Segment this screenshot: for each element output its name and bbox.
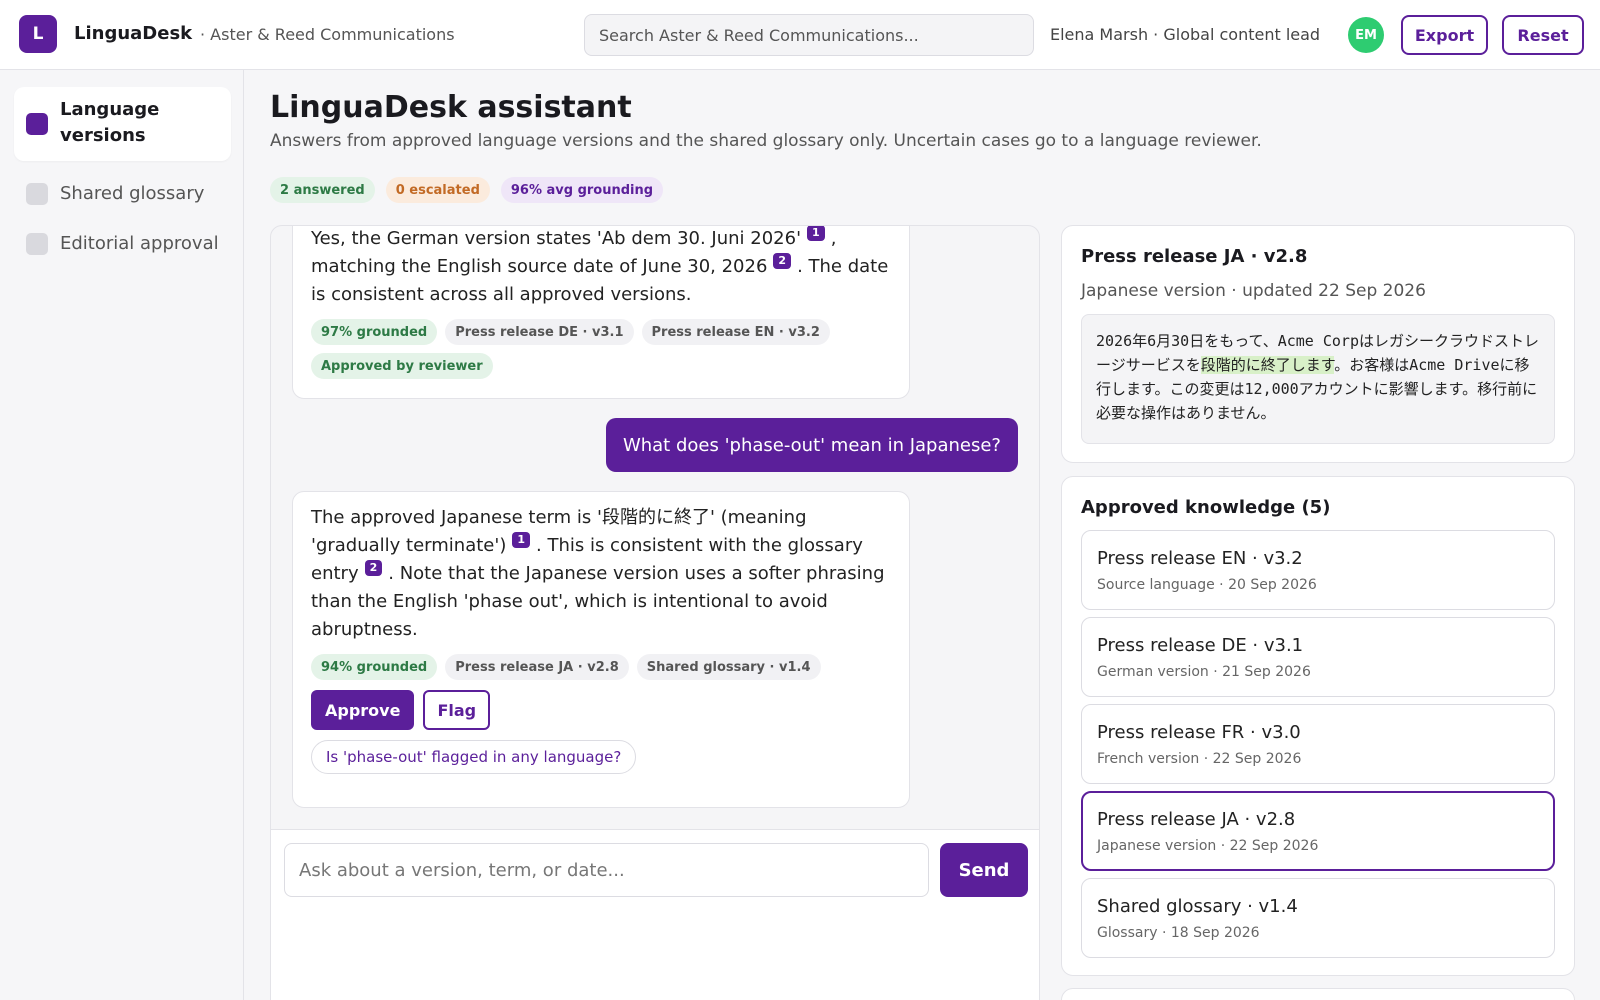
document-body: 2026年6月30日をもって、Acme Corpはレガシークラウドストレージサー… bbox=[1081, 314, 1555, 444]
sidebar-item-language-versions[interactable]: Language versions bbox=[14, 87, 231, 161]
message-tags: 97% grounded Press release DE · v3.1 Pre… bbox=[311, 319, 891, 379]
approve-button[interactable]: Approve bbox=[311, 690, 415, 730]
shared-glossary-icon bbox=[26, 183, 48, 205]
knowledge-item-name: Press release EN · v3.2 bbox=[1097, 548, 1303, 569]
document-meta: Japanese version · updated 22 Sep 2026 bbox=[1081, 281, 1426, 301]
knowledge-item-meta: French version · 22 Sep 2026 bbox=[1097, 751, 1302, 767]
knowledge-item[interactable]: Press release FR · v3.0 French version ·… bbox=[1081, 704, 1555, 784]
message-input[interactable] bbox=[284, 843, 929, 897]
knowledge-item-meta: German version · 21 Sep 2026 bbox=[1097, 664, 1311, 680]
answered-badge: 2 answered bbox=[270, 177, 375, 203]
stats-chips: 2 answered 0 escalated 96% avg grounding bbox=[270, 177, 664, 203]
knowledge-item-name: Press release FR · v3.0 bbox=[1097, 722, 1301, 743]
source-chip[interactable]: Press release DE · v3.1 bbox=[445, 319, 634, 345]
approved-status-badge: Approved by reviewer bbox=[311, 353, 493, 379]
knowledge-item-name: Shared glossary · v1.4 bbox=[1097, 896, 1298, 917]
document-preview: Press release JA · v2.8 Japanese version… bbox=[1061, 225, 1575, 463]
knowledge-item-name: Press release JA · v2.8 bbox=[1097, 809, 1296, 830]
search-input[interactable] bbox=[584, 14, 1034, 56]
user-avatar[interactable]: EM bbox=[1348, 17, 1384, 53]
message-text: The approved Japanese term is '段階的に終了' (… bbox=[311, 507, 885, 640]
grounding-badge: 96% avg grounding bbox=[500, 177, 664, 203]
grounded-badge: 94% grounded bbox=[311, 654, 438, 680]
document-title: Press release JA · v2.8 bbox=[1081, 246, 1308, 267]
sidebar-item-editorial-approval[interactable]: Editorial approval bbox=[14, 223, 231, 265]
app-logo: L bbox=[19, 15, 57, 53]
sidebar-item-shared-glossary[interactable]: Shared glossary bbox=[14, 173, 231, 215]
assistant-message: Yes, the German version states 'Ab dem 3… bbox=[292, 226, 910, 399]
assistant-message: The approved Japanese term is '段階的に終了' (… bbox=[292, 491, 910, 808]
export-button[interactable]: Export bbox=[1401, 15, 1488, 55]
send-button[interactable]: Send bbox=[940, 843, 1028, 897]
suggested-followup[interactable]: Is 'phase-out' flagged in any language? bbox=[311, 740, 637, 774]
editorial-approval-icon bbox=[26, 233, 48, 255]
user-message: What does 'phase-out' mean in Japanese? bbox=[605, 418, 1018, 472]
language-versions-icon bbox=[26, 113, 48, 135]
knowledge-item-selected[interactable]: Press release JA · v2.8 Japanese version… bbox=[1081, 791, 1555, 871]
next-panel-edge bbox=[1061, 988, 1575, 1000]
knowledge-item[interactable]: Shared glossary · v1.4 Glossary · 18 Sep… bbox=[1081, 878, 1555, 958]
knowledge-item-meta: Source language · 20 Sep 2026 bbox=[1097, 577, 1317, 593]
app-name: LinguaDesk bbox=[74, 23, 193, 44]
message-tags: 94% grounded Press release JA · v2.8 Sha… bbox=[311, 654, 891, 680]
reset-button[interactable]: Reset bbox=[1502, 15, 1584, 55]
sidebar: Language versions Shared glossary Editor… bbox=[0, 70, 244, 1000]
escalated-badge: 0 escalated bbox=[385, 177, 490, 203]
citation-marker[interactable]: 1 bbox=[807, 226, 825, 241]
knowledge-item-name: Press release DE · v3.1 bbox=[1097, 635, 1304, 656]
source-chip[interactable]: Press release JA · v2.8 bbox=[445, 654, 629, 680]
source-chip[interactable]: Shared glossary · v1.4 bbox=[636, 654, 821, 680]
sidebar-item-label: Shared glossary bbox=[60, 183, 205, 204]
approved-knowledge-panel: Approved knowledge (5) Press release EN … bbox=[1061, 476, 1575, 976]
source-chip[interactable]: Press release EN · v3.2 bbox=[641, 319, 830, 345]
sidebar-item-label: Editorial approval bbox=[60, 233, 219, 254]
highlighted-term: 段階的に終了します bbox=[1200, 356, 1335, 374]
chat-panel: Yes, the German version states 'Ab dem 3… bbox=[270, 225, 1040, 1000]
page-subtitle: Answers from approved language versions … bbox=[270, 131, 1262, 151]
user-name-role: Elena Marsh · Global content lead bbox=[1050, 25, 1321, 44]
message-actions: Approve Flag bbox=[311, 690, 891, 730]
organization-name: · Aster & Reed Communications bbox=[200, 25, 455, 44]
flag-button[interactable]: Flag bbox=[423, 690, 491, 730]
knowledge-item[interactable]: Press release EN · v3.2 Source language … bbox=[1081, 530, 1555, 610]
knowledge-item[interactable]: Press release DE · v3.1 German version ·… bbox=[1081, 617, 1555, 697]
sidebar-item-label: Language versions bbox=[60, 99, 160, 146]
message-text: Yes, the German version states 'Ab dem 3… bbox=[311, 226, 889, 305]
citation-marker[interactable]: 2 bbox=[364, 560, 383, 576]
knowledge-title: Approved knowledge (5) bbox=[1081, 497, 1331, 518]
composer: Send bbox=[271, 829, 1039, 1000]
knowledge-item-meta: Glossary · 18 Sep 2026 bbox=[1097, 925, 1260, 941]
grounded-badge: 97% grounded bbox=[311, 319, 438, 345]
knowledge-item-meta: Japanese version · 22 Sep 2026 bbox=[1097, 838, 1319, 854]
top-bar: L LinguaDesk · Aster & Reed Communicatio… bbox=[0, 0, 1600, 70]
citation-marker[interactable]: 1 bbox=[512, 532, 530, 548]
page-title: LinguaDesk assistant bbox=[270, 90, 632, 125]
citation-marker[interactable]: 2 bbox=[773, 253, 792, 269]
